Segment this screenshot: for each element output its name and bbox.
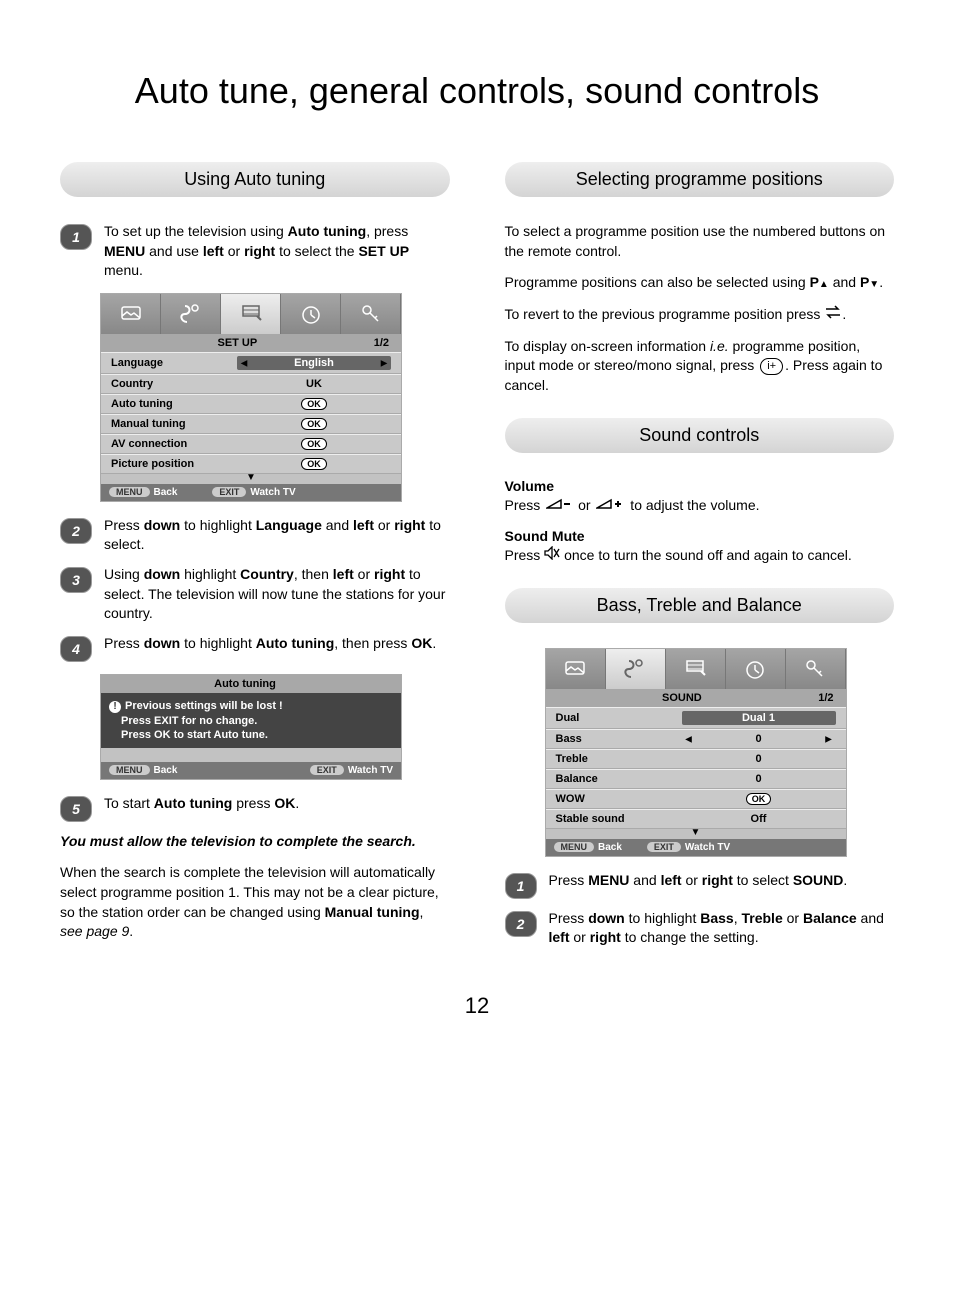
para-p-up-down: Programme positions can also be selected… xyxy=(505,273,895,293)
page-title: Auto tune, general controls, sound contr… xyxy=(60,70,894,112)
volume-plus-icon xyxy=(596,496,624,516)
step-badge-3: 3 xyxy=(60,567,92,593)
para-numbered-buttons: To select a programme position use the n… xyxy=(505,222,895,261)
volume-minus-icon xyxy=(546,496,572,516)
volume-subhead: Volume xyxy=(505,478,895,494)
step-text-1: To set up the television using Auto tuni… xyxy=(104,222,450,281)
tab-picture-icon xyxy=(546,649,606,689)
heading-sound-controls: Sound controls xyxy=(505,418,895,453)
p-down-icon xyxy=(869,274,879,292)
step-badge-5: 5 xyxy=(60,796,92,822)
step-badge-4: 4 xyxy=(60,636,92,662)
mute-subhead: Sound Mute xyxy=(505,528,895,544)
swap-icon xyxy=(824,305,842,325)
heading-programme-positions: Selecting programme positions xyxy=(505,162,895,197)
step-text-r2: Press down to highlight Bass, Treble or … xyxy=(549,909,895,948)
step-text-r1: Press MENU and left or right to select S… xyxy=(549,871,895,899)
tab-timer-icon xyxy=(726,649,786,689)
step-text-5: To start Auto tuning press OK. xyxy=(104,794,450,822)
tab-key-icon xyxy=(786,649,846,689)
tab-picture-icon xyxy=(101,294,161,334)
tab-sound-icon xyxy=(606,649,666,689)
step-badge-r1: 1 xyxy=(505,873,537,899)
tab-setup-icon xyxy=(221,294,281,334)
osd-sound: SOUND1/2 DualDual 1Bass0◀▶Treble0Balance… xyxy=(545,648,847,857)
step-badge-2: 2 xyxy=(60,518,92,544)
heading-auto-tuning: Using Auto tuning xyxy=(60,162,450,197)
right-column: Selecting programme positions To select … xyxy=(505,162,895,958)
mute-icon xyxy=(544,546,560,566)
osd-autotune-warn: Auto tuning !Previous settings will be l… xyxy=(100,674,402,780)
page-number: 12 xyxy=(60,993,894,1019)
osd-title: SET UP xyxy=(101,337,374,349)
step-badge-r2: 2 xyxy=(505,911,537,937)
heading-bass-treble: Bass, Treble and Balance xyxy=(505,588,895,623)
p-up-icon xyxy=(819,274,829,292)
step-text-4: Press down to highlight Auto tuning, the… xyxy=(104,634,450,662)
osd-rows: LanguageEnglish◀▶CountryUKAuto tuningOKM… xyxy=(101,352,401,474)
para-revert: To revert to the previous programme posi… xyxy=(505,305,895,325)
step-badge-1: 1 xyxy=(60,224,92,250)
osd-setup: SET UP1/2 LanguageEnglish◀▶CountryUKAuto… xyxy=(100,293,402,502)
para-info: To display on-screen information i.e. pr… xyxy=(505,337,895,396)
note-complete-search: You must allow the television to complet… xyxy=(60,832,450,852)
tab-setup-icon xyxy=(666,649,726,689)
tab-timer-icon xyxy=(281,294,341,334)
step-text-2: Press down to highlight Language and lef… xyxy=(104,516,450,555)
volume-text: Press or to adjust the volume. xyxy=(505,496,895,516)
info-button-icon: i+ xyxy=(760,358,783,375)
osd-page: 1/2 xyxy=(374,337,389,349)
left-column: Using Auto tuning 1 To set up the televi… xyxy=(60,162,450,958)
mute-text: Press once to turn the sound off and aga… xyxy=(505,546,895,566)
warning-icon: ! xyxy=(109,701,121,713)
step-text-3: Using down highlight Country, then left … xyxy=(104,565,450,624)
tab-sound-icon xyxy=(161,294,221,334)
osd-tabbar xyxy=(101,294,401,334)
osd-rows: DualDual 1Bass0◀▶Treble0Balance0WOWOKSta… xyxy=(546,707,846,829)
closing-paragraph: When the search is complete the televisi… xyxy=(60,863,450,941)
tab-key-icon xyxy=(341,294,401,334)
